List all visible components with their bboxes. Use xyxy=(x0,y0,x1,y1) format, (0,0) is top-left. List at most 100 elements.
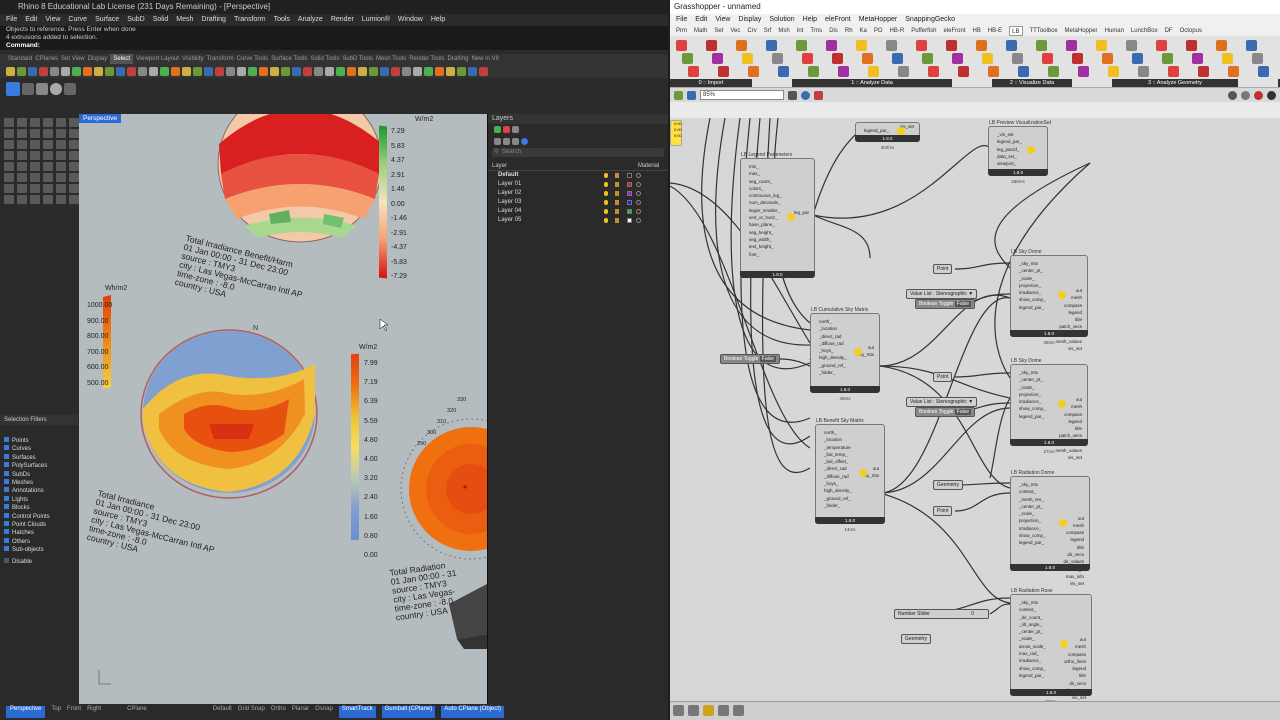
new-layer-icon[interactable] xyxy=(494,125,501,133)
menu-item[interactable]: Render xyxy=(331,14,354,26)
toolbar-tab[interactable]: Display xyxy=(88,54,108,64)
toolbar-tab[interactable]: SubD Tools xyxy=(342,54,373,64)
ladybug-component-icon[interactable] xyxy=(832,53,843,64)
tool-button-icon[interactable] xyxy=(43,151,53,160)
layer-indicator[interactable]: Default xyxy=(213,706,232,718)
checkbox[interactable] xyxy=(4,437,9,442)
bulb-icon[interactable] xyxy=(604,209,608,214)
ladybug-component-icon[interactable] xyxy=(1132,53,1143,64)
down-arrow-icon[interactable] xyxy=(512,137,519,145)
tool-button-icon[interactable] xyxy=(17,195,27,204)
tool-button-icon[interactable] xyxy=(17,129,27,138)
status-toggle[interactable]: Auto CPlane (Object) xyxy=(441,706,505,718)
camera-icon[interactable] xyxy=(64,83,76,95)
ladybug-component-icon[interactable] xyxy=(688,66,699,77)
selection-filter-item[interactable]: Others xyxy=(0,537,78,546)
selection-filter-item[interactable]: Curves xyxy=(0,445,78,453)
toolbar-button-icon[interactable] xyxy=(413,66,422,76)
tool-button-icon[interactable] xyxy=(17,140,27,149)
toolbar-button-icon[interactable] xyxy=(226,66,235,76)
gh-menu-item[interactable]: Display xyxy=(738,14,761,26)
tool-button-icon[interactable] xyxy=(30,151,40,160)
lock-icon[interactable] xyxy=(615,200,619,205)
toolbar-button-icon[interactable] xyxy=(138,66,147,76)
zoom-extents-icon[interactable] xyxy=(788,90,797,100)
tool-button-icon[interactable] xyxy=(43,184,53,193)
layer-row[interactable]: Layer 02 xyxy=(488,189,668,198)
checkbox[interactable] xyxy=(4,537,9,543)
toolbar-tab[interactable]: Transform xyxy=(206,54,233,64)
ladybug-component-icon[interactable] xyxy=(982,53,993,64)
layer-row[interactable]: Layer 03 xyxy=(488,198,668,207)
viewport-tab[interactable]: Perspective xyxy=(6,706,46,718)
toolbar-button-icon[interactable] xyxy=(116,66,125,76)
ladybug-component-icon[interactable] xyxy=(886,40,897,51)
ladybug-component-icon[interactable] xyxy=(952,53,963,64)
gh-menu-item[interactable]: SnappingGecko xyxy=(905,14,955,26)
gh-tab[interactable]: HB-R xyxy=(890,26,905,36)
selection-filter-item[interactable]: Control Points xyxy=(0,512,78,521)
gh-component-cumulative-sky[interactable]: LB Cumulative Sky Matrix north_ _location… xyxy=(810,307,880,401)
ladybug-component-icon[interactable] xyxy=(916,40,927,51)
gh-component-preview[interactable]: LB Preview VisualizationSet _vis_set lege… xyxy=(988,120,1051,184)
gh-tab[interactable]: eleFront xyxy=(943,26,965,36)
tool-button-icon[interactable] xyxy=(4,118,14,127)
gh-menu-item[interactable]: Help xyxy=(803,14,817,26)
up-arrow-icon[interactable] xyxy=(503,137,510,145)
toolbar-button-icon[interactable] xyxy=(182,66,191,76)
filter-icon[interactable] xyxy=(494,137,501,145)
tool-button-icon[interactable] xyxy=(56,162,66,171)
toolbar-button-icon[interactable] xyxy=(369,66,378,76)
gh-tab[interactable]: Math xyxy=(694,26,707,36)
checkbox[interactable] xyxy=(4,487,9,493)
ladybug-component-icon[interactable] xyxy=(958,66,969,77)
toolbar-tab[interactable]: Set View xyxy=(61,54,85,64)
toolbar-tab[interactable]: Render Tools xyxy=(409,54,444,64)
ladybug-component-icon[interactable] xyxy=(838,66,849,77)
material-icon[interactable] xyxy=(636,218,641,223)
tool-button-icon[interactable] xyxy=(30,162,40,171)
tool-button-icon[interactable] xyxy=(43,140,53,149)
toolbar-button-icon[interactable] xyxy=(303,66,312,76)
ladybug-component-icon[interactable] xyxy=(922,53,933,64)
gh-tab[interactable]: Prm xyxy=(676,26,687,36)
gh-component-rad-rose[interactable]: LB Radiation Rose _sky_mtx context_ _dir_… xyxy=(1010,588,1092,701)
material-icon[interactable] xyxy=(636,191,641,196)
status-toggle[interactable]: SmartTrack xyxy=(338,706,376,718)
gh-tab[interactable]: Rh xyxy=(845,26,853,36)
boolean-toggle[interactable]: Boolean Toggle False xyxy=(915,299,976,309)
layer-color-swatch[interactable] xyxy=(627,218,632,223)
toolbar-button-icon[interactable] xyxy=(160,66,169,76)
preview-mode-icon[interactable] xyxy=(1228,90,1237,100)
layer-row[interactable]: Layer 04 xyxy=(488,207,668,216)
preview-wire-icon[interactable] xyxy=(1241,90,1250,100)
tool-button-icon[interactable] xyxy=(69,173,79,182)
panel-snippet[interactable]: 0:00 0:00 0:00 xyxy=(670,120,682,146)
toolbar-button-icon[interactable] xyxy=(468,66,477,76)
toolbar-tab[interactable]: Drafting xyxy=(447,54,468,64)
tool-button-icon[interactable] xyxy=(30,184,40,193)
toolbar-button-icon[interactable] xyxy=(259,66,268,76)
toolbar-tab[interactable]: CPlanes xyxy=(35,54,58,64)
toolbar-button-icon[interactable] xyxy=(171,66,180,76)
gh-tab[interactable]: Vec xyxy=(730,26,740,36)
status-toggle[interactable]: Osnap xyxy=(315,706,333,718)
toolbar-button-icon[interactable] xyxy=(193,66,202,76)
gh-component-sky-dome1[interactable]: LB Sky Dome _sky_mtx _center_pt_ _scale_ … xyxy=(1010,249,1088,351)
ladybug-component-icon[interactable] xyxy=(1012,53,1023,64)
bulb-icon[interactable] xyxy=(604,200,608,205)
toolbar-button-icon[interactable] xyxy=(402,66,411,76)
checkbox[interactable] xyxy=(4,453,9,459)
ladybug-component-icon[interactable] xyxy=(928,66,939,77)
ladybug-component-icon[interactable] xyxy=(1258,66,1269,77)
toolbar-button-icon[interactable] xyxy=(270,66,279,76)
tool-button-icon[interactable] xyxy=(69,195,79,204)
toolbar-tab[interactable]: Visibility xyxy=(182,54,204,64)
gh-tab[interactable]: PO xyxy=(874,26,883,36)
menu-item[interactable]: Window xyxy=(398,14,423,26)
ladybug-component-icon[interactable] xyxy=(1168,66,1179,77)
gh-menu-item[interactable]: Solution xyxy=(769,14,794,26)
layer-color-swatch[interactable] xyxy=(627,200,632,205)
gh-menu-item[interactable]: eleFront xyxy=(825,14,851,26)
tool-button-icon[interactable] xyxy=(56,173,66,182)
